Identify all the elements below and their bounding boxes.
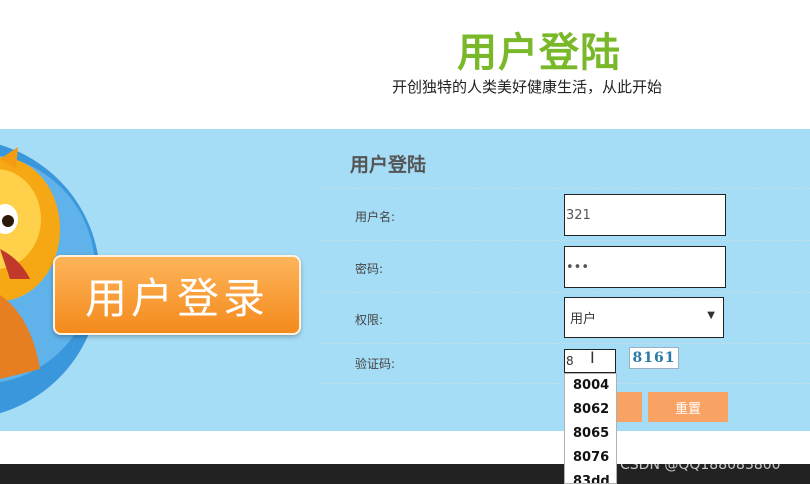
autocomplete-dropdown[interactable]: 8004 8062 8065 8076 83dd bbox=[564, 373, 617, 484]
username-value: 321 bbox=[566, 207, 591, 223]
role-selected-value: 用户 bbox=[570, 312, 597, 327]
autocomplete-item[interactable]: 8076 bbox=[565, 446, 616, 470]
text-cursor-icon: I bbox=[590, 348, 595, 367]
username-input[interactable]: 321 bbox=[564, 194, 726, 236]
autocomplete-item[interactable]: 8062 bbox=[565, 398, 616, 422]
username-label: 用户名: bbox=[355, 210, 396, 224]
captcha-label: 验证码: bbox=[355, 357, 396, 371]
password-value: ••• bbox=[566, 259, 590, 275]
form-divider bbox=[322, 292, 810, 293]
form-divider bbox=[322, 240, 810, 241]
role-select[interactable]: 用户 ▼ bbox=[564, 297, 724, 338]
reset-button[interactable]: 重置 bbox=[648, 392, 728, 422]
watermark: CSDN @QQ188083800 bbox=[620, 457, 781, 473]
dropdown-arrow-icon: ▼ bbox=[707, 310, 715, 321]
mascot-illustration: 用户登录 bbox=[0, 129, 330, 431]
user-login-badge: 用户登录 bbox=[53, 255, 301, 335]
autocomplete-item[interactable]: 8065 bbox=[565, 422, 616, 446]
form-title: 用户登陆 bbox=[350, 154, 427, 176]
form-divider bbox=[322, 188, 810, 189]
autocomplete-item[interactable]: 8004 bbox=[565, 374, 616, 398]
captcha-image[interactable]: 8161 bbox=[629, 347, 679, 369]
autocomplete-item[interactable]: 83dd bbox=[565, 470, 616, 483]
password-label: 密码: bbox=[355, 262, 384, 276]
slogan: 开创独特的人类美好健康生活，从此开始 bbox=[392, 78, 663, 96]
password-input[interactable]: ••• bbox=[564, 246, 726, 288]
captcha-input-value: 8 bbox=[566, 354, 574, 368]
role-label: 权限: bbox=[355, 313, 384, 327]
form-divider bbox=[322, 343, 810, 344]
page-title: 用户登陆 bbox=[457, 30, 621, 76]
